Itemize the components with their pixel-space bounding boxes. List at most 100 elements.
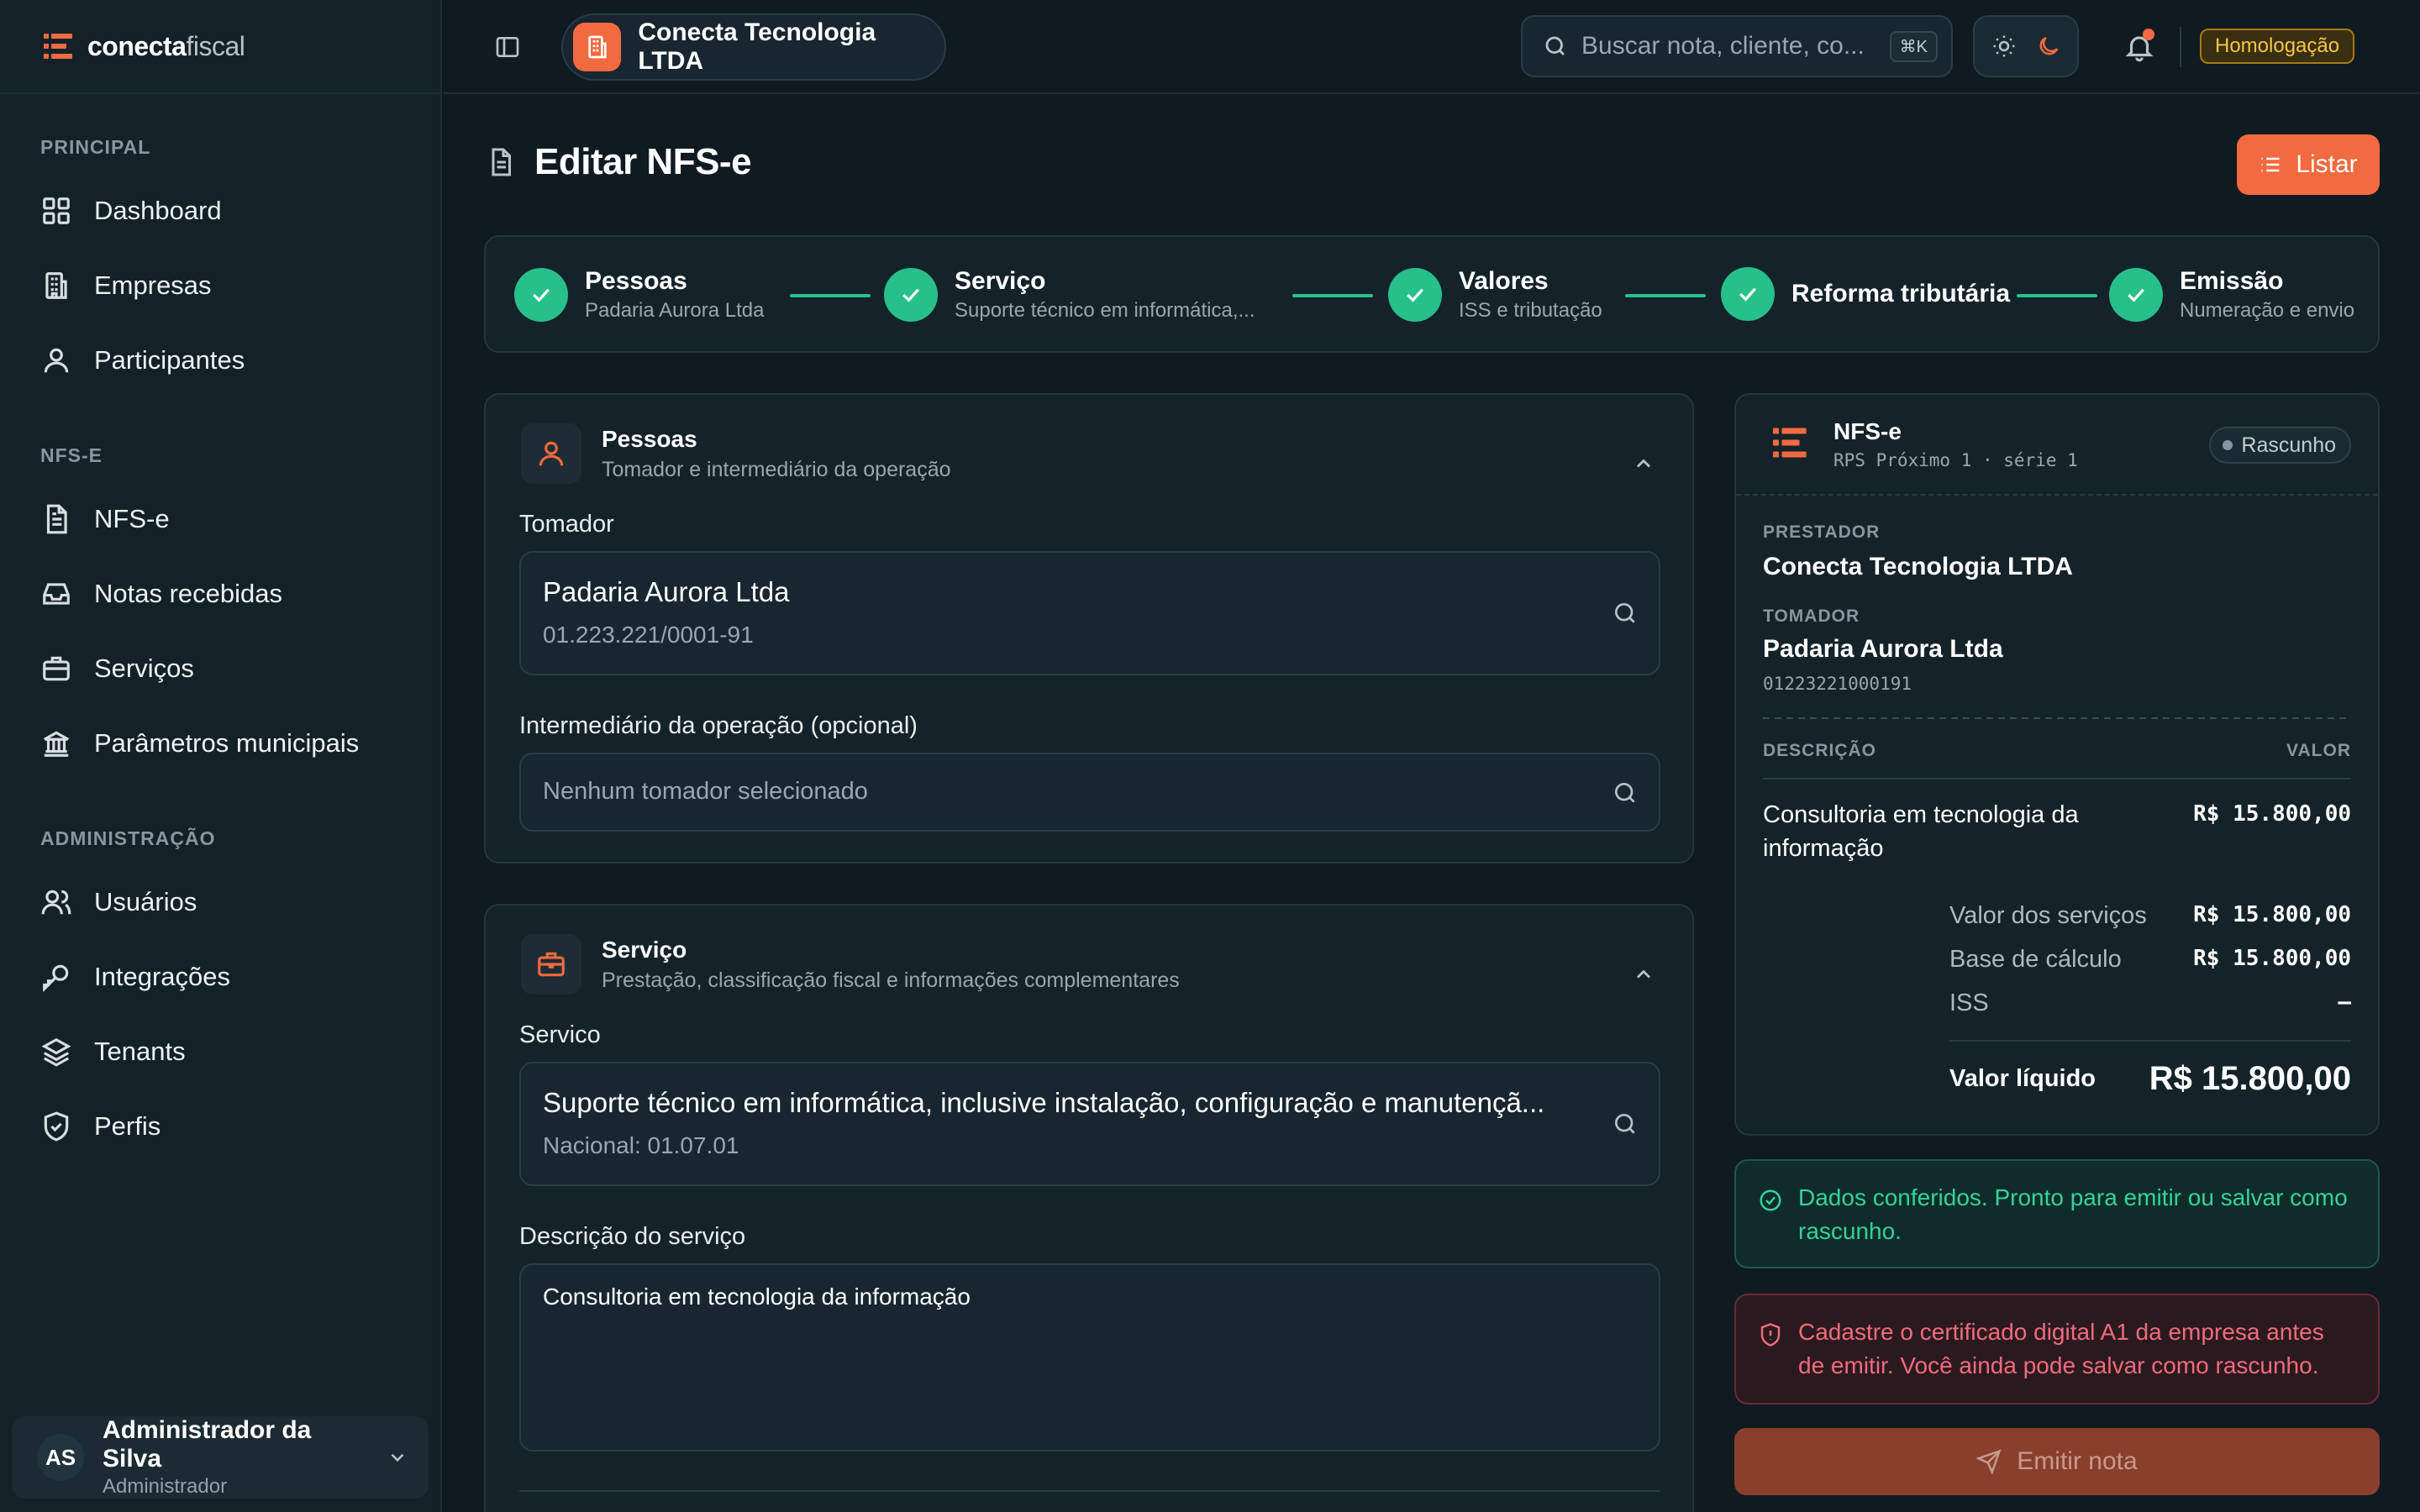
company-switcher[interactable]: Conecta Tecnologia LTDA bbox=[561, 13, 946, 81]
tomador-document: 01.223.221/0001-91 bbox=[543, 622, 754, 648]
brand-logo[interactable]: conectafiscal bbox=[0, 0, 440, 94]
sidebar-item-nfse[interactable]: NFS-e bbox=[20, 481, 420, 556]
moon-icon[interactable] bbox=[2036, 34, 2061, 59]
check-icon bbox=[514, 268, 568, 322]
page-header: Editar NFS-e bbox=[486, 141, 752, 183]
sidebar-item-dashboard[interactable]: Dashboard bbox=[20, 173, 420, 248]
chevron-up-icon[interactable] bbox=[1632, 963, 1655, 986]
servico-field[interactable]: Suporte técnico em informática, inclusiv… bbox=[519, 1062, 1660, 1186]
nav-section-administracao: ADMINISTRAÇÃO Usuários Integrações Tenan… bbox=[0, 824, 440, 1163]
status-badge: Rascunho bbox=[2209, 427, 2351, 464]
card-title: Serviço bbox=[602, 936, 687, 963]
valor-liquido-value: R$ 15.800,00 bbox=[2149, 1060, 2351, 1097]
summary-rps: RPS Próximo 1 · série 1 bbox=[1833, 450, 2078, 470]
sidebar-item-integracoes[interactable]: Integrações bbox=[20, 939, 420, 1014]
base-calculo-label: Base de cálculo bbox=[1949, 946, 2122, 973]
document-icon bbox=[492, 148, 511, 176]
sidebar-item-label: Notas recebidas bbox=[94, 578, 283, 608]
sidebar-toggle-icon bbox=[496, 37, 519, 57]
users-icon bbox=[41, 890, 71, 914]
error-alert-text: Cadastre o certificado digital A1 da emp… bbox=[1798, 1319, 2324, 1378]
step-reforma-tributaria[interactable]: Reforma tributária bbox=[1721, 267, 2010, 321]
summary-title: NFS-e bbox=[1833, 418, 1902, 444]
summary-header: NFS-e RPS Próximo 1 · série 1 Rascunho bbox=[1736, 395, 2378, 496]
sidebar-item-servicos[interactable]: Serviços bbox=[20, 631, 420, 706]
step-pessoas[interactable]: Pessoas Padaria Aurora Ltda bbox=[514, 267, 764, 323]
sidebar-toggle-button[interactable] bbox=[491, 30, 524, 64]
chevron-up-icon[interactable] bbox=[1632, 452, 1655, 475]
sidebar-item-parametros-municipais[interactable]: Parâmetros municipais bbox=[20, 706, 420, 780]
sidebar: conectafiscal PRINCIPAL Dashboard Empres… bbox=[0, 0, 442, 1512]
theme-toggle[interactable] bbox=[1973, 15, 2079, 77]
search-icon[interactable] bbox=[1612, 600, 1639, 627]
key-icon bbox=[43, 964, 69, 992]
bank-icon bbox=[43, 731, 70, 757]
sidebar-item-usuarios[interactable]: Usuários bbox=[20, 864, 420, 939]
sidebar-item-tenants[interactable]: Tenants bbox=[20, 1014, 420, 1089]
column-valor: VALOR bbox=[2286, 741, 2351, 760]
tomador-field[interactable]: Padaria Aurora Ltda 01.223.221/0001-91 bbox=[519, 551, 1660, 675]
sun-icon[interactable] bbox=[1991, 34, 2017, 59]
search-icon bbox=[1545, 36, 1565, 55]
search-input[interactable] bbox=[1581, 32, 1876, 60]
sidebar-item-empresas[interactable]: Empresas bbox=[20, 248, 420, 323]
card-subtitle: Prestação, classificação fiscal e inform… bbox=[602, 968, 1180, 992]
sidebar-item-label: Participantes bbox=[94, 344, 245, 375]
sidebar-item-label: Usuários bbox=[94, 886, 197, 916]
tomador-name: Padaria Aurora Ltda bbox=[1763, 635, 2003, 663]
sidebar-item-label: Perfis bbox=[94, 1110, 161, 1141]
step-title: Pessoas bbox=[585, 267, 687, 295]
notifications-button[interactable] bbox=[2118, 25, 2161, 69]
valor-liquido-row: Valor líquido R$ 15.800,00 bbox=[1949, 1060, 2351, 1098]
status-label: Rascunho bbox=[2241, 433, 2336, 457]
logo-icon bbox=[1773, 427, 1808, 463]
nfse-summary-card: NFS-e RPS Próximo 1 · série 1 Rascunho P… bbox=[1734, 393, 2380, 1136]
step-valores[interactable]: Valores ISS e tributação bbox=[1388, 267, 1602, 323]
sidebar-item-participantes[interactable]: Participantes bbox=[20, 323, 420, 397]
company-name: Conecta Tecnologia LTDA bbox=[638, 18, 876, 75]
global-search[interactable]: ⌘K bbox=[1521, 15, 1953, 77]
tomador-label: TOMADOR bbox=[1763, 606, 1860, 626]
nav-section-title: PRINCIPAL bbox=[40, 135, 151, 158]
pessoas-card-header[interactable]: Pessoas Tomador e intermediário da operaç… bbox=[521, 423, 951, 484]
descricao-textarea[interactable] bbox=[519, 1263, 1660, 1452]
valor-servicos-row: Valor dos serviços R$ 15.800,00 bbox=[1949, 902, 2351, 930]
sidebar-item-notas-recebidas[interactable]: Notas recebidas bbox=[20, 556, 420, 631]
step-title: Serviço bbox=[955, 267, 1046, 295]
search-icon[interactable] bbox=[1612, 1110, 1639, 1137]
list-button[interactable]: Listar bbox=[2237, 134, 2380, 195]
iss-value: — bbox=[2338, 990, 2351, 1015]
intermediario-placeholder: Nenhum tomador selecionado bbox=[543, 778, 868, 805]
user-menu[interactable]: AS Administrador da Silva Administrador bbox=[12, 1416, 429, 1499]
check-icon bbox=[884, 268, 938, 322]
nav-section-nfse: NFS-E NFS-e Notas recebidas Serviços Par… bbox=[0, 441, 440, 780]
building-icon bbox=[45, 271, 67, 299]
list-icon bbox=[2261, 157, 2280, 172]
prestador-name: Conecta Tecnologia LTDA bbox=[1763, 553, 2073, 580]
step-emissao[interactable]: Emissão Numeração e envio bbox=[2109, 267, 2354, 323]
list-button-label: Listar bbox=[2296, 150, 2358, 178]
servico-card-header[interactable]: Serviço Prestação, classificação fiscal e… bbox=[521, 934, 1180, 995]
sidebar-item-perfis[interactable]: Perfis bbox=[20, 1089, 420, 1163]
base-calculo-row: Base de cálculo R$ 15.800,00 bbox=[1949, 946, 2351, 974]
error-alert: Cadastre o certificado digital A1 da emp… bbox=[1734, 1294, 2380, 1404]
shield-icon bbox=[44, 1110, 69, 1142]
step-servico[interactable]: Serviço Suporte técnico em informática,..… bbox=[884, 267, 1255, 323]
sidebar-item-label: Tenants bbox=[94, 1036, 186, 1066]
intermediario-field[interactable]: Nenhum tomador selecionado bbox=[519, 753, 1660, 832]
step-connector bbox=[1292, 294, 1373, 297]
sidebar-item-label: Empresas bbox=[94, 270, 212, 300]
step-subtitle: Padaria Aurora Ltda bbox=[585, 299, 765, 322]
page-title: Editar NFS-e bbox=[534, 141, 752, 182]
nav-section-title: ADMINISTRAÇÃO bbox=[40, 827, 216, 849]
nav-section-title: NFS-E bbox=[40, 444, 103, 466]
valor-servicos-value: R$ 15.800,00 bbox=[2193, 902, 2351, 927]
search-icon[interactable] bbox=[1612, 780, 1639, 806]
brand-name-bold: conecta bbox=[87, 30, 187, 61]
step-title: Valores bbox=[1459, 267, 1549, 295]
item-value: R$ 15.800,00 bbox=[2193, 801, 2351, 827]
pessoas-card: Pessoas Tomador e intermediário da operaç… bbox=[484, 393, 1694, 864]
emit-button[interactable]: Emitir nota bbox=[1734, 1428, 2380, 1495]
descricao-label: Descrição do serviço bbox=[519, 1223, 746, 1250]
wizard-stepper: Pessoas Padaria Aurora Ltda Serviço Suport… bbox=[484, 235, 2380, 353]
